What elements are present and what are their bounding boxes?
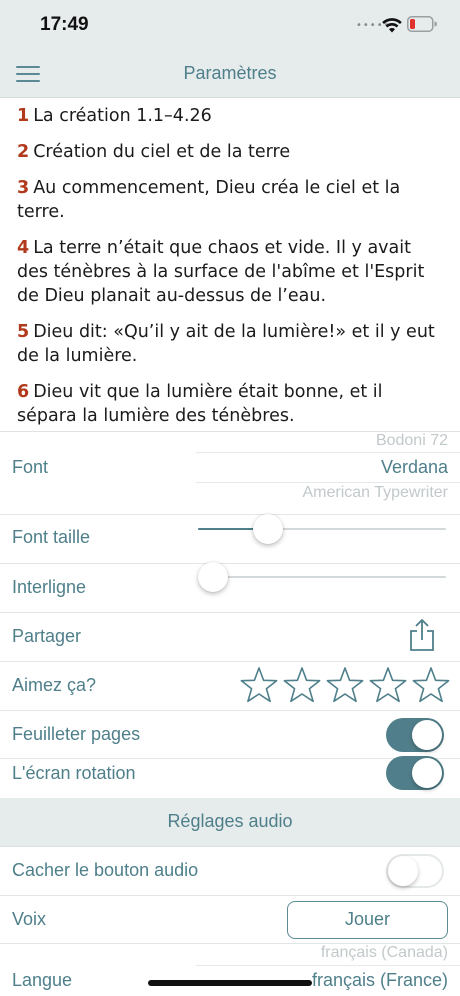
- line-spacing-row: Interligne: [0, 562, 460, 613]
- language-row: Langue français (Canada) français (Franc…: [0, 944, 460, 996]
- hide-audio-label: Cacher le bouton audio: [12, 860, 199, 880]
- voice-label: Voix: [12, 909, 47, 929]
- toggle-knob: [412, 758, 442, 788]
- rotation-toggle[interactable]: [386, 756, 444, 790]
- toggle-knob: [412, 720, 442, 750]
- star-outline-icon[interactable]: [283, 666, 321, 704]
- verse-number: 4: [17, 238, 30, 258]
- font-option[interactable]: Bodoni 72: [376, 432, 448, 450]
- share-row: Partager: [0, 613, 460, 662]
- font-size-label: Font taille: [12, 527, 91, 547]
- star-rating: [240, 666, 450, 706]
- font-size-slider-fill: [198, 528, 260, 530]
- verse-text: La création 1.1–4.26: [33, 106, 212, 126]
- home-indicator: [148, 980, 312, 986]
- font-option[interactable]: American Typewriter: [302, 484, 448, 502]
- share-label: Partager: [12, 626, 82, 646]
- navigation-bar: Paramètres: [0, 50, 460, 98]
- font-label: Font: [12, 457, 49, 477]
- toggle-knob: [388, 856, 418, 886]
- verse: 3 Au commencement, Dieu créa le ciel et l…: [17, 176, 444, 224]
- rating-label: Aimez ça?: [12, 675, 97, 695]
- line-spacing-slider-track[interactable]: [198, 576, 446, 578]
- verse: 1 La création 1.1–4.26: [17, 104, 444, 128]
- verse-text: Création du ciel et de la terre: [33, 142, 291, 162]
- status-time: 17:49: [40, 14, 89, 35]
- font-size-row: Font taille: [0, 514, 460, 564]
- font-option-selected[interactable]: Verdana: [381, 457, 448, 478]
- font-row: Font Bodoni 72 Verdana American Typewrit…: [0, 432, 460, 515]
- line-spacing-label: Interligne: [12, 577, 87, 597]
- verse-number: 5: [17, 322, 30, 342]
- rotation-row: L'écran rotation: [0, 756, 460, 798]
- wifi-icon: [382, 18, 402, 33]
- verse-number: 2: [17, 142, 30, 162]
- rating-row: Aimez ça?: [0, 662, 460, 711]
- battery-low-icon: [407, 16, 437, 32]
- star-outline-icon[interactable]: [326, 666, 364, 704]
- picker-divider: [196, 482, 460, 483]
- verse-number: 1: [17, 106, 30, 126]
- font-size-slider-thumb[interactable]: [253, 514, 283, 544]
- rotation-label: L'écran rotation: [12, 763, 136, 783]
- page-curl-toggle[interactable]: [386, 718, 444, 752]
- verse-text: Dieu dit: «Qu’il y ait de la lumière!» e…: [17, 322, 435, 366]
- picker-divider: [196, 452, 460, 453]
- star-outline-icon[interactable]: [240, 666, 278, 704]
- hide-audio-row: Cacher le bouton audio: [0, 847, 460, 896]
- page-title: Paramètres: [183, 63, 277, 83]
- verse-text: Au commencement, Dieu créa le ciel et la…: [17, 178, 401, 222]
- verse-text: Dieu vit que la lumière était bonne, et …: [17, 382, 383, 426]
- verse: 5 Dieu dit: «Qu’il y ait de la lumière!» …: [17, 320, 444, 368]
- status-bar: 17:49 •••••: [0, 0, 460, 50]
- verse: 2 Création du ciel et de la terre: [17, 140, 444, 164]
- verse: 4 La terre n’était que chaos et vide. Il …: [17, 236, 444, 308]
- verse-number: 3: [17, 178, 30, 198]
- verse: 6 Dieu vit que la lumière était bonne, et…: [17, 380, 444, 428]
- voice-row: Voix Jouer: [0, 896, 460, 944]
- hide-audio-toggle[interactable]: [386, 854, 444, 888]
- language-option[interactable]: français (Canada): [321, 944, 448, 962]
- play-button[interactable]: Jouer: [287, 901, 448, 939]
- page-curl-row: Feuilleter pages: [0, 711, 460, 759]
- settings-panel: Font Bodoni 72 Verdana American Typewrit…: [0, 431, 460, 996]
- star-outline-icon[interactable]: [412, 666, 450, 704]
- page-curl-label: Feuilleter pages: [12, 724, 141, 744]
- audio-section-title: Réglages audio: [167, 811, 293, 831]
- language-label: Langue: [12, 970, 73, 990]
- audio-section-header: Réglages audio: [0, 798, 460, 847]
- picker-divider: [196, 965, 460, 966]
- share-icon[interactable]: [408, 618, 436, 652]
- star-outline-icon[interactable]: [369, 666, 407, 704]
- reading-preview: 1 La création 1.1–4.26 2 Création du ciel …: [0, 98, 460, 431]
- language-option-selected[interactable]: français (France): [312, 970, 448, 991]
- verse-number: 6: [17, 382, 30, 402]
- verse-text: La terre n’était que chaos et vide. Il y…: [17, 238, 425, 306]
- line-spacing-slider-thumb[interactable]: [198, 562, 228, 592]
